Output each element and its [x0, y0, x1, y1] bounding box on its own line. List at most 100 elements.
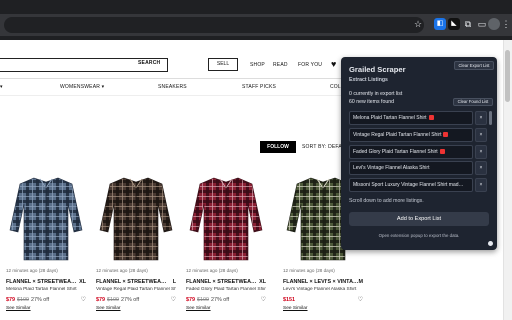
- listing-title-row[interactable]: FLANNEL × STREETWEA… L: [96, 279, 176, 285]
- nav-for-you[interactable]: FOR YOU: [298, 62, 322, 68]
- nav-shop[interactable]: SHOP: [250, 62, 265, 68]
- nav-sneakers[interactable]: SNEAKERS: [158, 84, 187, 90]
- see-similar-link[interactable]: See Similar: [6, 306, 86, 311]
- listing-image[interactable]: [6, 170, 86, 265]
- puzzle-icon[interactable]: ⧉: [462, 18, 474, 30]
- found-item-row: Faded Glory Plaid Tartan Flannel Shirt ×: [349, 144, 487, 159]
- found-item-label: Melona Plaid Tartan Flannel Shirt: [353, 115, 427, 121]
- listing-price-row: $151 ♡: [283, 296, 363, 304]
- found-item-name: Vintage Regal Plaid Tartan Flannel Shirt: [349, 127, 473, 142]
- nav-read[interactable]: READ: [273, 62, 288, 68]
- popup-subtitle: Extract Listings: [349, 77, 388, 83]
- listing-subtitle[interactable]: Levi's Vintage Flannel Alaska Shirt: [283, 287, 363, 292]
- listing-timestamp: 12 minutes ago (28 days): [96, 268, 148, 273]
- listing-card[interactable]: 12 minutes ago (28 days) FLANNEL × STREE…: [96, 170, 176, 311]
- listing-title-row[interactable]: FLANNEL × LEVI'S × VINTA… M: [283, 279, 363, 285]
- found-item-name: Missoni Sport Luxury Vintage Flannel Shi…: [349, 178, 473, 193]
- listing-subtitle[interactable]: Faded Glory Plaid Tartan Flannel Shirt: [186, 287, 266, 292]
- listing-price-row: $79 $109 27% off ♡: [96, 296, 176, 304]
- profile-icon[interactable]: [488, 18, 500, 30]
- listing-size: XL: [259, 279, 266, 285]
- grailed-scraper-popup: Grailed Scraper Extract Listings Clear E…: [341, 57, 497, 250]
- found-item-row: Vintage Regal Plaid Tartan Flannel Shirt…: [349, 127, 487, 142]
- listing-card[interactable]: 12 minutes ago (28 days) FLANNEL × STREE…: [186, 170, 266, 311]
- page-scrollbar-thumb[interactable]: [505, 50, 510, 102]
- found-item-name: Melona Plaid Tartan Flannel Shirt: [349, 111, 473, 125]
- see-similar-link[interactable]: See Similar: [283, 306, 363, 311]
- follow-button[interactable]: FOLLOW: [260, 141, 296, 153]
- search-button[interactable]: SEARCH: [138, 60, 160, 66]
- shirt-image: [9, 177, 83, 261]
- nav-womenswear-label: WOMENSWEAR: [60, 84, 101, 90]
- listing-title-row[interactable]: FLANNEL × STREETWEA… XL: [6, 279, 86, 285]
- kebab-icon[interactable]: ⋮: [500, 18, 512, 30]
- found-item-name: Faded Glory Plaid Tartan Flannel Shirt: [349, 144, 473, 159]
- listing-image[interactable]: [96, 170, 176, 265]
- favorite-heart-icon[interactable]: ♡: [81, 296, 86, 303]
- found-item-row: Missoni Sport Luxury Vintage Flannel Shi…: [349, 178, 487, 193]
- listing-price-row: $79 $109 27% off ♡: [6, 296, 86, 304]
- listing-brand[interactable]: FLANNEL × LEVI'S × VINTA…: [283, 279, 358, 285]
- found-item-label: Levi's Vintage Flannel Alaska Shirt: [353, 165, 430, 172]
- listing-brand[interactable]: FLANNEL × STREETWEA…: [96, 279, 166, 285]
- remove-item-button[interactable]: ×: [475, 111, 487, 125]
- popup-list-scrollbar[interactable]: [489, 111, 492, 125]
- favorites-heart-icon[interactable]: ♥: [331, 59, 336, 69]
- found-item-row: Levi's Vintage Flannel Alaska Shirt ×: [349, 161, 487, 176]
- listing-subtitle[interactable]: Melona Plaid Tartan Flannel Shirt: [6, 287, 86, 292]
- extension-dark-icon[interactable]: ◣: [448, 18, 460, 30]
- tab-strip: [0, 0, 512, 14]
- listing-price: $79: [6, 296, 15, 303]
- popup-title: Grailed Scraper: [349, 65, 406, 74]
- nav-chevron-icon[interactable]: ▾: [0, 84, 3, 90]
- header-divider: [0, 78, 345, 79]
- favorite-heart-icon[interactable]: ♡: [171, 296, 176, 303]
- listing-timestamp: 12 minutes ago (28 days): [283, 268, 335, 273]
- listing-title-row[interactable]: FLANNEL × STREETWEA… XL: [186, 279, 266, 285]
- listing-brand[interactable]: FLANNEL × STREETWEA…: [186, 279, 256, 285]
- found-item-label: Vintage Regal Plaid Tartan Flannel Shirt: [353, 131, 442, 138]
- listing-size: XL: [79, 279, 86, 285]
- sort-dropdown[interactable]: SORT BY: DEFAU: [302, 144, 346, 150]
- listing-card[interactable]: 12 minutes ago (28 days) FLANNEL × STREE…: [6, 170, 86, 311]
- favorite-heart-icon[interactable]: ♡: [261, 296, 266, 303]
- status-dot-icon: [488, 241, 493, 246]
- popup-footer-text: Open extension popup to export the data.: [378, 233, 460, 238]
- found-item-label: Missoni Sport Luxury Vintage Flannel Shi…: [353, 182, 464, 189]
- listing-price: $79: [96, 296, 105, 303]
- extension-blue-icon[interactable]: ◧: [434, 18, 446, 30]
- nav-staff-picks[interactable]: STAFF PICKS: [242, 84, 276, 90]
- scroll-hint-text: Scroll down to add more listings.: [349, 198, 424, 204]
- clear-export-list-button[interactable]: Clear Export List: [454, 61, 494, 70]
- listing-discount: 27% off: [211, 296, 230, 303]
- remove-item-button[interactable]: ×: [475, 161, 487, 176]
- listing-image[interactable]: [186, 170, 266, 265]
- listing-size: L: [172, 279, 176, 285]
- shirt-image: [189, 177, 263, 261]
- clear-found-list-button[interactable]: Clear Found List: [453, 98, 493, 106]
- address-bar[interactable]: [4, 17, 424, 33]
- shirt-image: [99, 177, 173, 261]
- split-icon[interactable]: ▭: [476, 18, 488, 30]
- found-items-list: Melona Plaid Tartan Flannel Shirt × Vinta…: [349, 111, 487, 195]
- listing-timestamp: 12 minutes ago (28 days): [186, 268, 238, 273]
- sell-button[interactable]: SELL: [208, 58, 238, 71]
- nav-womenswear[interactable]: WOMENSWEAR ▾: [60, 84, 104, 90]
- see-similar-link[interactable]: See Similar: [96, 306, 176, 311]
- favorite-heart-icon[interactable]: ♡: [358, 296, 363, 303]
- see-similar-link[interactable]: See Similar: [186, 306, 266, 311]
- listing-brand[interactable]: FLANNEL × STREETWEA…: [6, 279, 76, 285]
- export-count-text: 0 currently in export list: [349, 91, 403, 97]
- remove-item-button[interactable]: ×: [475, 144, 487, 159]
- remove-item-button[interactable]: ×: [475, 178, 487, 193]
- remove-item-button[interactable]: ×: [475, 127, 487, 142]
- flag-icon: [428, 115, 434, 120]
- listing-subtitle[interactable]: Vintage Regal Plaid Tartan Flannel Shirt: [96, 287, 176, 292]
- listing-price: $151: [283, 296, 295, 303]
- listing-original-price: $109: [107, 296, 119, 303]
- add-to-export-list-button[interactable]: Add to Export List: [349, 212, 489, 226]
- flag-icon: [443, 131, 449, 137]
- nav-divider: [0, 95, 345, 96]
- listing-discount: 27% off: [31, 296, 50, 303]
- star-icon[interactable]: ☆: [412, 18, 424, 30]
